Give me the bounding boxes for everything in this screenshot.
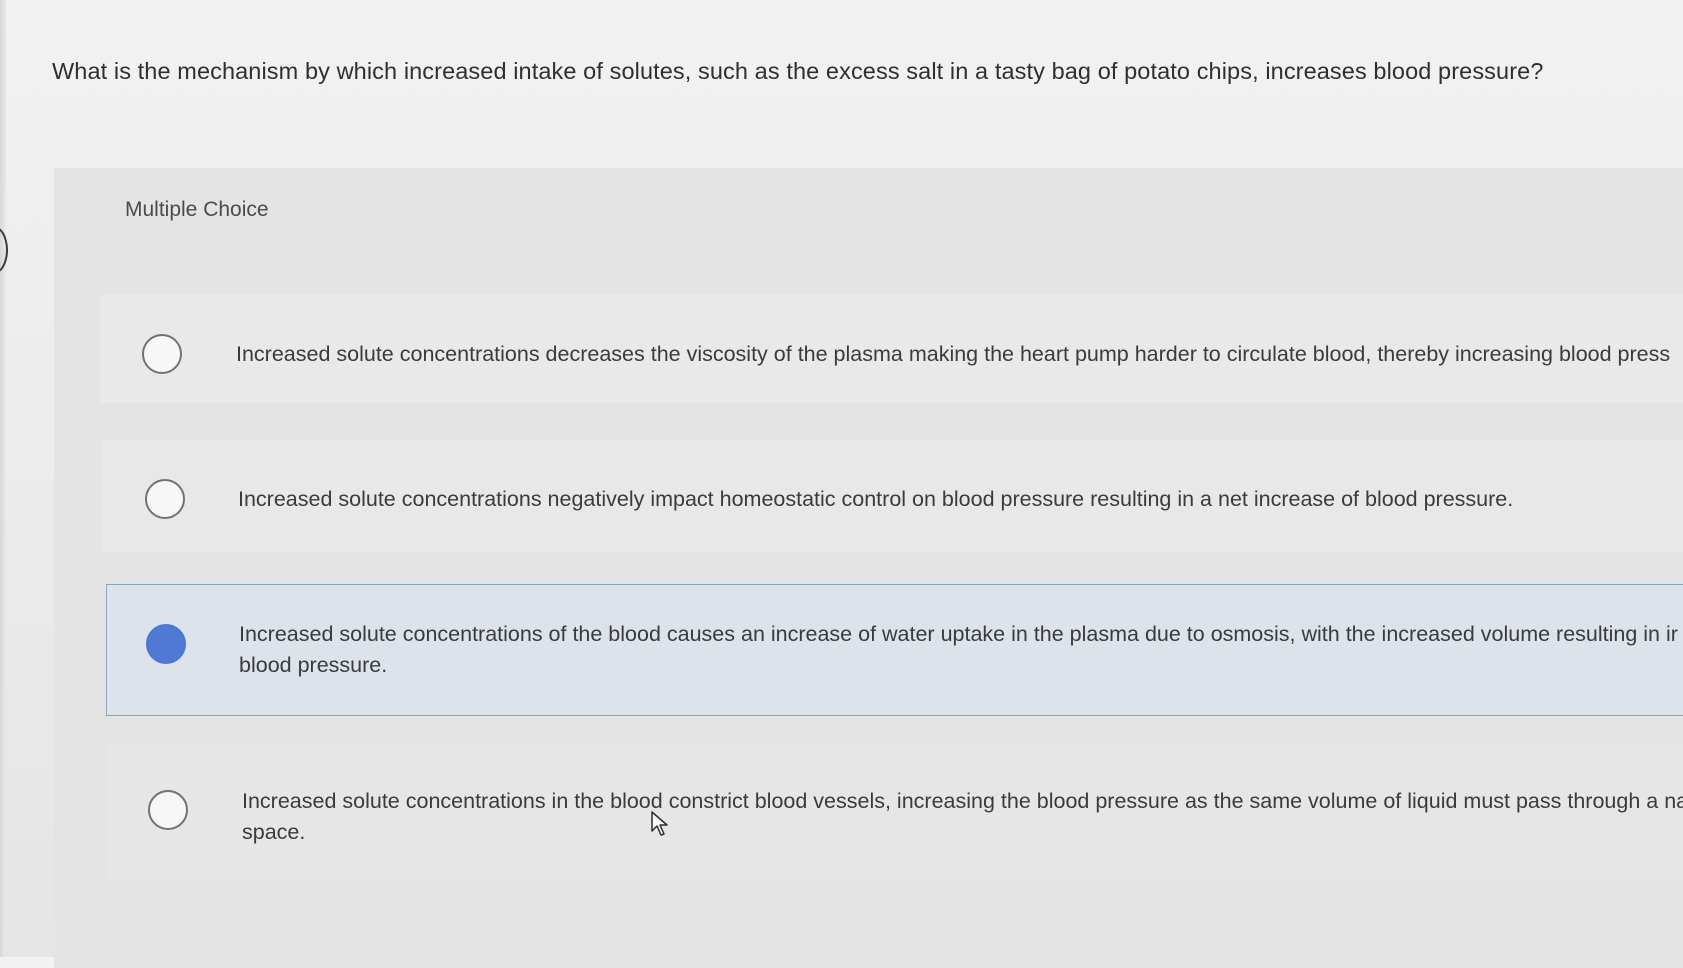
radio-button-3-selected[interactable] [146,624,186,664]
mouse-pointer-icon [651,811,668,836]
answer-option-3-text: Increased solute concentrations of the b… [239,619,1678,681]
answer-option-4-line-1: Increased solute concentrations in the b… [242,789,1683,813]
multiple-choice-label: Multiple Choice [125,198,269,221]
answer-option-3-line-2: blood pressure. [239,653,388,677]
answer-option-4-line-2: space. [242,820,306,844]
radio-button-1[interactable] [142,334,182,374]
left-edge [0,0,6,957]
question-text: What is the mechanism by which increased… [52,58,1544,84]
answer-option-4-text: Increased solute concentrations in the b… [242,786,1683,848]
answer-option-2-text: Increased solute concentrations negative… [238,484,1513,515]
answer-option-1[interactable]: Increased solute concentrations decrease… [100,295,1683,403]
answer-option-3-line-1: Increased solute concentrations of the b… [239,622,1678,646]
answer-option-1-text: Increased solute concentrations decrease… [236,339,1670,370]
answer-option-4[interactable]: Increased solute concentrations in the b… [108,744,1683,880]
answer-option-2[interactable]: Increased solute concentrations negative… [102,440,1683,552]
answer-option-2-line-1: Increased solute concentrations negative… [238,487,1514,511]
radio-button-2[interactable] [145,479,185,519]
answer-option-3[interactable]: Increased solute concentrations of the b… [106,584,1683,716]
radio-button-4[interactable] [148,790,188,830]
answer-option-1-line-1: Increased solute concentrations decrease… [236,342,1671,366]
